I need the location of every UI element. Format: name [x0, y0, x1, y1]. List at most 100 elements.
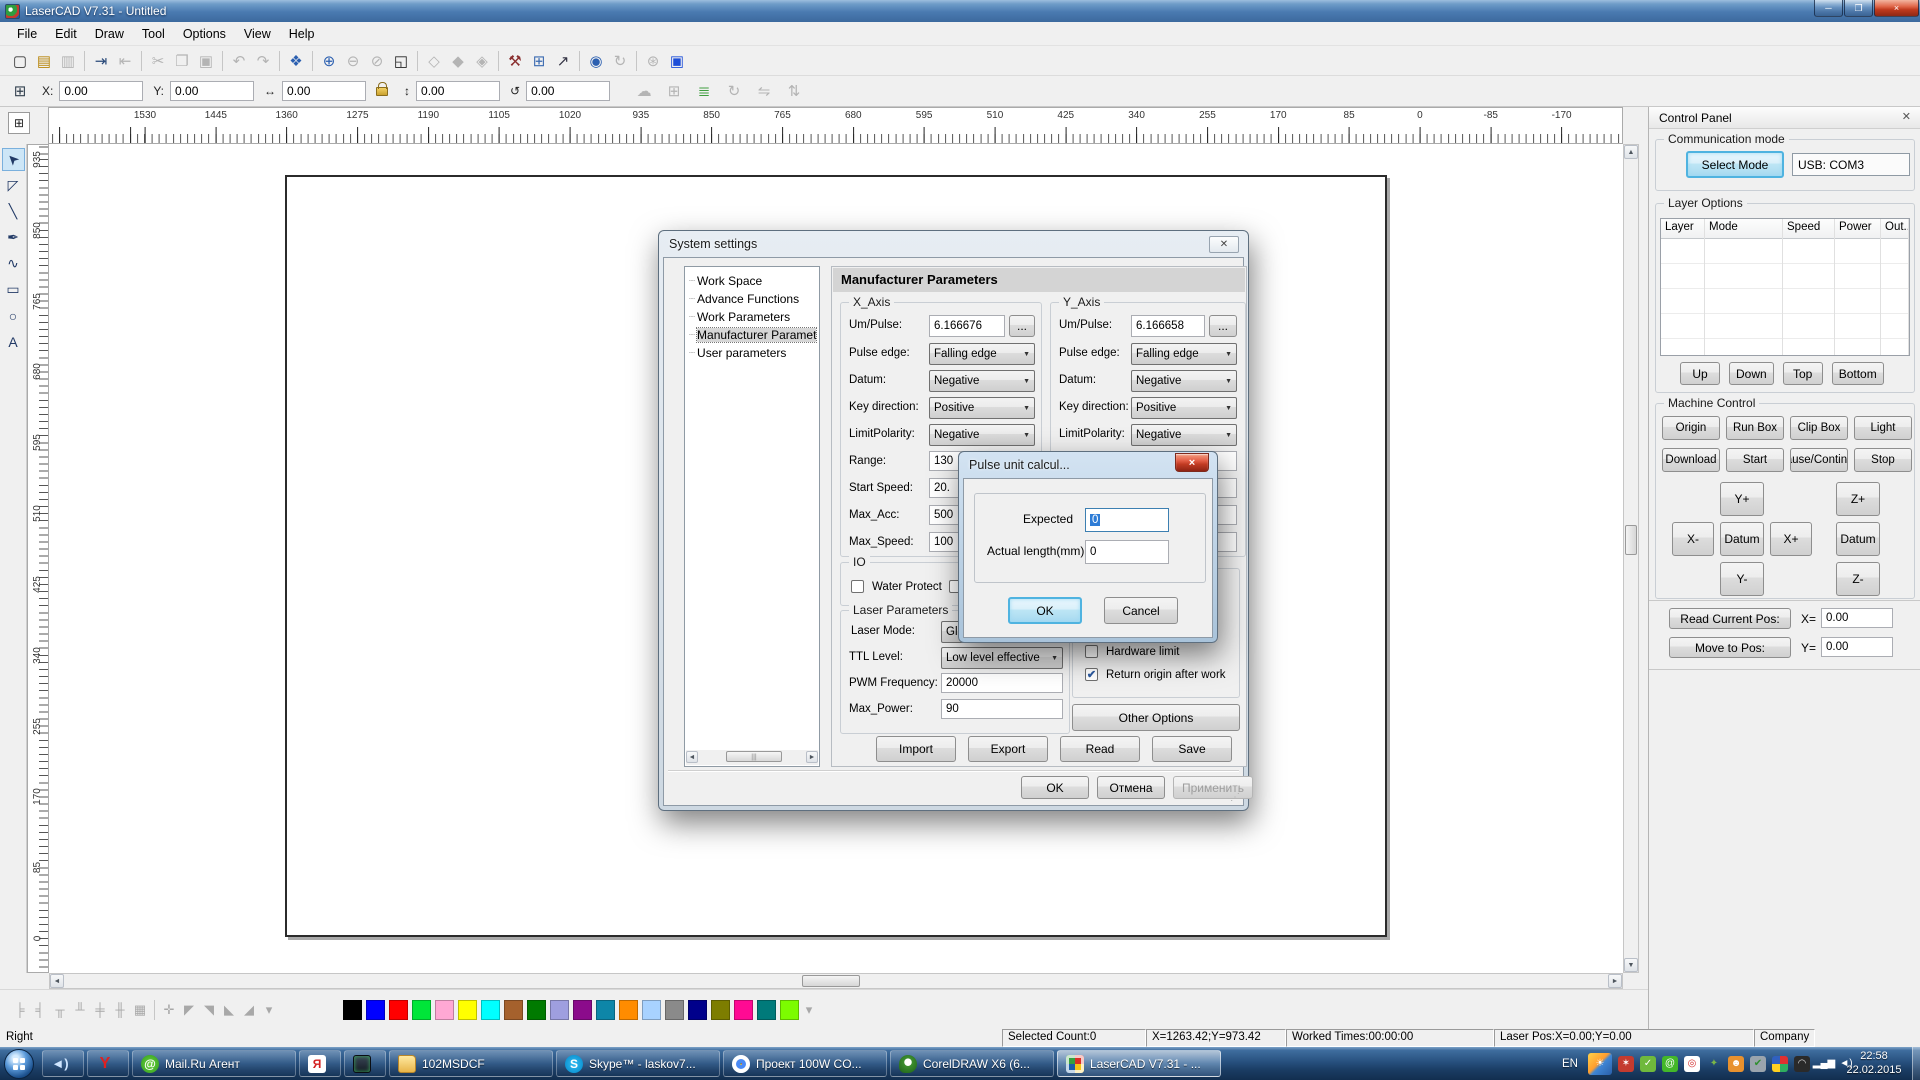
hardware-limit-checkbox[interactable]: [1085, 645, 1098, 658]
palette-color[interactable]: [343, 1000, 362, 1020]
tree-item[interactable]: ┈Work Space: [685, 272, 819, 290]
palette-color[interactable]: [711, 1000, 730, 1020]
curve-smooth-icon[interactable]: ◉: [584, 49, 608, 73]
language-indicator[interactable]: EN: [1562, 1058, 1578, 1070]
scroll-left-icon[interactable]: ◄: [50, 974, 64, 988]
weld-icon[interactable]: ☁: [632, 79, 656, 103]
vertical-scrollbar[interactable]: ▲ ▼: [1623, 144, 1639, 973]
scroll-up-icon[interactable]: ▲: [1624, 145, 1638, 159]
taskbar-lasercad-button[interactable]: LaserCAD V7.31 - ...: [1057, 1050, 1221, 1077]
resize-grip[interactable]: ⋰: [1230, 792, 1240, 803]
tray-usb-icon[interactable]: ✔: [1750, 1056, 1766, 1072]
action-button[interactable]: Import: [876, 736, 956, 762]
aspect-lock-icon[interactable]: [376, 87, 388, 96]
palette-color[interactable]: [780, 1000, 799, 1020]
palette-more-icon[interactable]: ▾: [799, 998, 819, 1022]
select-tool[interactable]: ➤: [2, 148, 25, 171]
machine-button[interactable]: Stop: [1854, 448, 1912, 472]
menu-item[interactable]: Help: [280, 24, 324, 44]
water-protect-checkbox[interactable]: [851, 580, 864, 593]
array-copy-icon[interactable]: ⊞: [527, 49, 551, 73]
um-pulse-more-button[interactable]: ...: [1209, 315, 1237, 337]
palette-color[interactable]: [366, 1000, 385, 1020]
menu-item[interactable]: Draw: [86, 24, 133, 44]
line-tool[interactable]: ╲: [2, 200, 25, 223]
pwm-frequency-field[interactable]: 20000: [941, 673, 1063, 693]
curve-tool[interactable]: ∿: [2, 252, 25, 275]
taskbar-corel-button[interactable]: CorelDRAW X6 (6...: [890, 1050, 1054, 1077]
align-center-v-icon[interactable]: ╫: [110, 998, 130, 1022]
jog-z-plus-button[interactable]: Z+: [1836, 482, 1880, 516]
tools-hammer-icon[interactable]: ⚒: [503, 49, 527, 73]
close-button[interactable]: ×: [1874, 0, 1919, 17]
menu-item[interactable]: File: [8, 24, 46, 44]
palette-color[interactable]: [619, 1000, 638, 1020]
machine-button[interactable]: Clip Box: [1790, 416, 1848, 440]
x-input[interactable]: 0.00: [59, 81, 143, 101]
param-select[interactable]: Falling edge▼: [1131, 343, 1237, 365]
ruler-origin-box[interactable]: ⊞: [8, 112, 30, 134]
taskbar-mailru-button[interactable]: @ Mail.Ru Агент: [132, 1050, 296, 1077]
mirror-vertical-icon[interactable]: ⇅: [782, 79, 806, 103]
machine-button[interactable]: Pause/Continue: [1790, 448, 1848, 472]
tray-rubik-icon[interactable]: [1772, 1056, 1788, 1072]
tray-network-icon[interactable]: ▂▄▆: [1816, 1056, 1832, 1072]
taskbar-chrome-button[interactable]: Проект 100W CO...: [723, 1050, 887, 1077]
layer-order-button[interactable]: Down: [1729, 362, 1774, 385]
open-file-icon[interactable]: ▤: [32, 49, 56, 73]
move-to-pos-button[interactable]: Move to Pos:: [1669, 637, 1791, 658]
palette-color[interactable]: [527, 1000, 546, 1020]
rotate-icon[interactable]: ↻: [608, 49, 632, 73]
palette-color[interactable]: [688, 1000, 707, 1020]
scroll-down-icon[interactable]: ▼: [1624, 958, 1638, 972]
dialog-footer-button[interactable]: Применить: [1173, 776, 1253, 799]
action-button[interactable]: Read: [1060, 736, 1140, 762]
rotation-input[interactable]: 0.00: [526, 81, 610, 101]
param-select[interactable]: Negative▼: [1131, 424, 1237, 446]
layer-order-button[interactable]: Up: [1680, 362, 1720, 385]
taskbar-folder-button[interactable]: 102MSDCF: [389, 1050, 553, 1077]
jog-z-minus-button[interactable]: Z-: [1836, 562, 1880, 596]
tree-scroll-left-icon[interactable]: ◄: [686, 751, 698, 763]
other-options-button[interactable]: Other Options: [1072, 704, 1240, 731]
pos-x-field[interactable]: 0.00: [1821, 608, 1893, 628]
um-pulse-field[interactable]: 6.166676: [929, 315, 1005, 337]
ok-button[interactable]: OK: [1008, 597, 1082, 624]
import-icon[interactable]: ⇥: [89, 49, 113, 73]
palette-color[interactable]: [550, 1000, 569, 1020]
tray-messenger-icon[interactable]: ✓: [1640, 1056, 1656, 1072]
align-bottom-icon[interactable]: ╨: [70, 998, 90, 1022]
redo-icon[interactable]: ↷: [251, 49, 275, 73]
param-select[interactable]: Positive▼: [929, 397, 1035, 419]
palette-color[interactable]: [435, 1000, 454, 1020]
align-top-icon[interactable]: ╥: [50, 998, 70, 1022]
menu-item[interactable]: View: [235, 24, 280, 44]
menu-item[interactable]: Options: [174, 24, 235, 44]
align-center-h-icon[interactable]: ╪: [90, 998, 110, 1022]
pan-icon[interactable]: ❖: [284, 49, 308, 73]
palette-color[interactable]: [458, 1000, 477, 1020]
layer-column-header[interactable]: Mode: [1705, 219, 1782, 239]
zoom-selection-icon[interactable]: ⊘: [365, 49, 389, 73]
tree-item[interactable]: ┈User parameters: [685, 344, 819, 362]
node-delete-icon[interactable]: ◆: [446, 49, 470, 73]
tray-updater-icon[interactable]: ✶: [1618, 1056, 1634, 1072]
dialog-footer-button[interactable]: OK: [1021, 776, 1089, 799]
new-file-icon[interactable]: ▢: [8, 49, 32, 73]
dialog-close-icon[interactable]: ×: [1175, 453, 1209, 472]
horizontal-scroll-thumb[interactable]: [802, 975, 860, 987]
tree-item[interactable]: ┈Manufacturer Paramet: [685, 326, 819, 344]
horizontal-scrollbar[interactable]: ◄ ►: [49, 973, 1623, 989]
control-panel-close-icon[interactable]: ✕: [1902, 110, 1911, 123]
tile-copy-icon[interactable]: ⊞: [662, 79, 686, 103]
align-center-page-icon[interactable]: ▦: [130, 998, 150, 1022]
measure-icon[interactable]: ↗: [551, 49, 575, 73]
tree-scrollbar[interactable]: ◄ ||| ►: [686, 750, 818, 765]
palette-color[interactable]: [596, 1000, 615, 1020]
zoom-in-out-icon[interactable]: ⊕: [317, 49, 341, 73]
layer-order-button[interactable]: Top: [1783, 362, 1823, 385]
taskbar-ya-button[interactable]: Я: [299, 1050, 341, 1077]
layer-column-header[interactable]: Out...: [1881, 219, 1908, 239]
layer-column-header[interactable]: Layer: [1661, 219, 1704, 239]
move-to-origin-icon[interactable]: ✛: [159, 998, 179, 1022]
